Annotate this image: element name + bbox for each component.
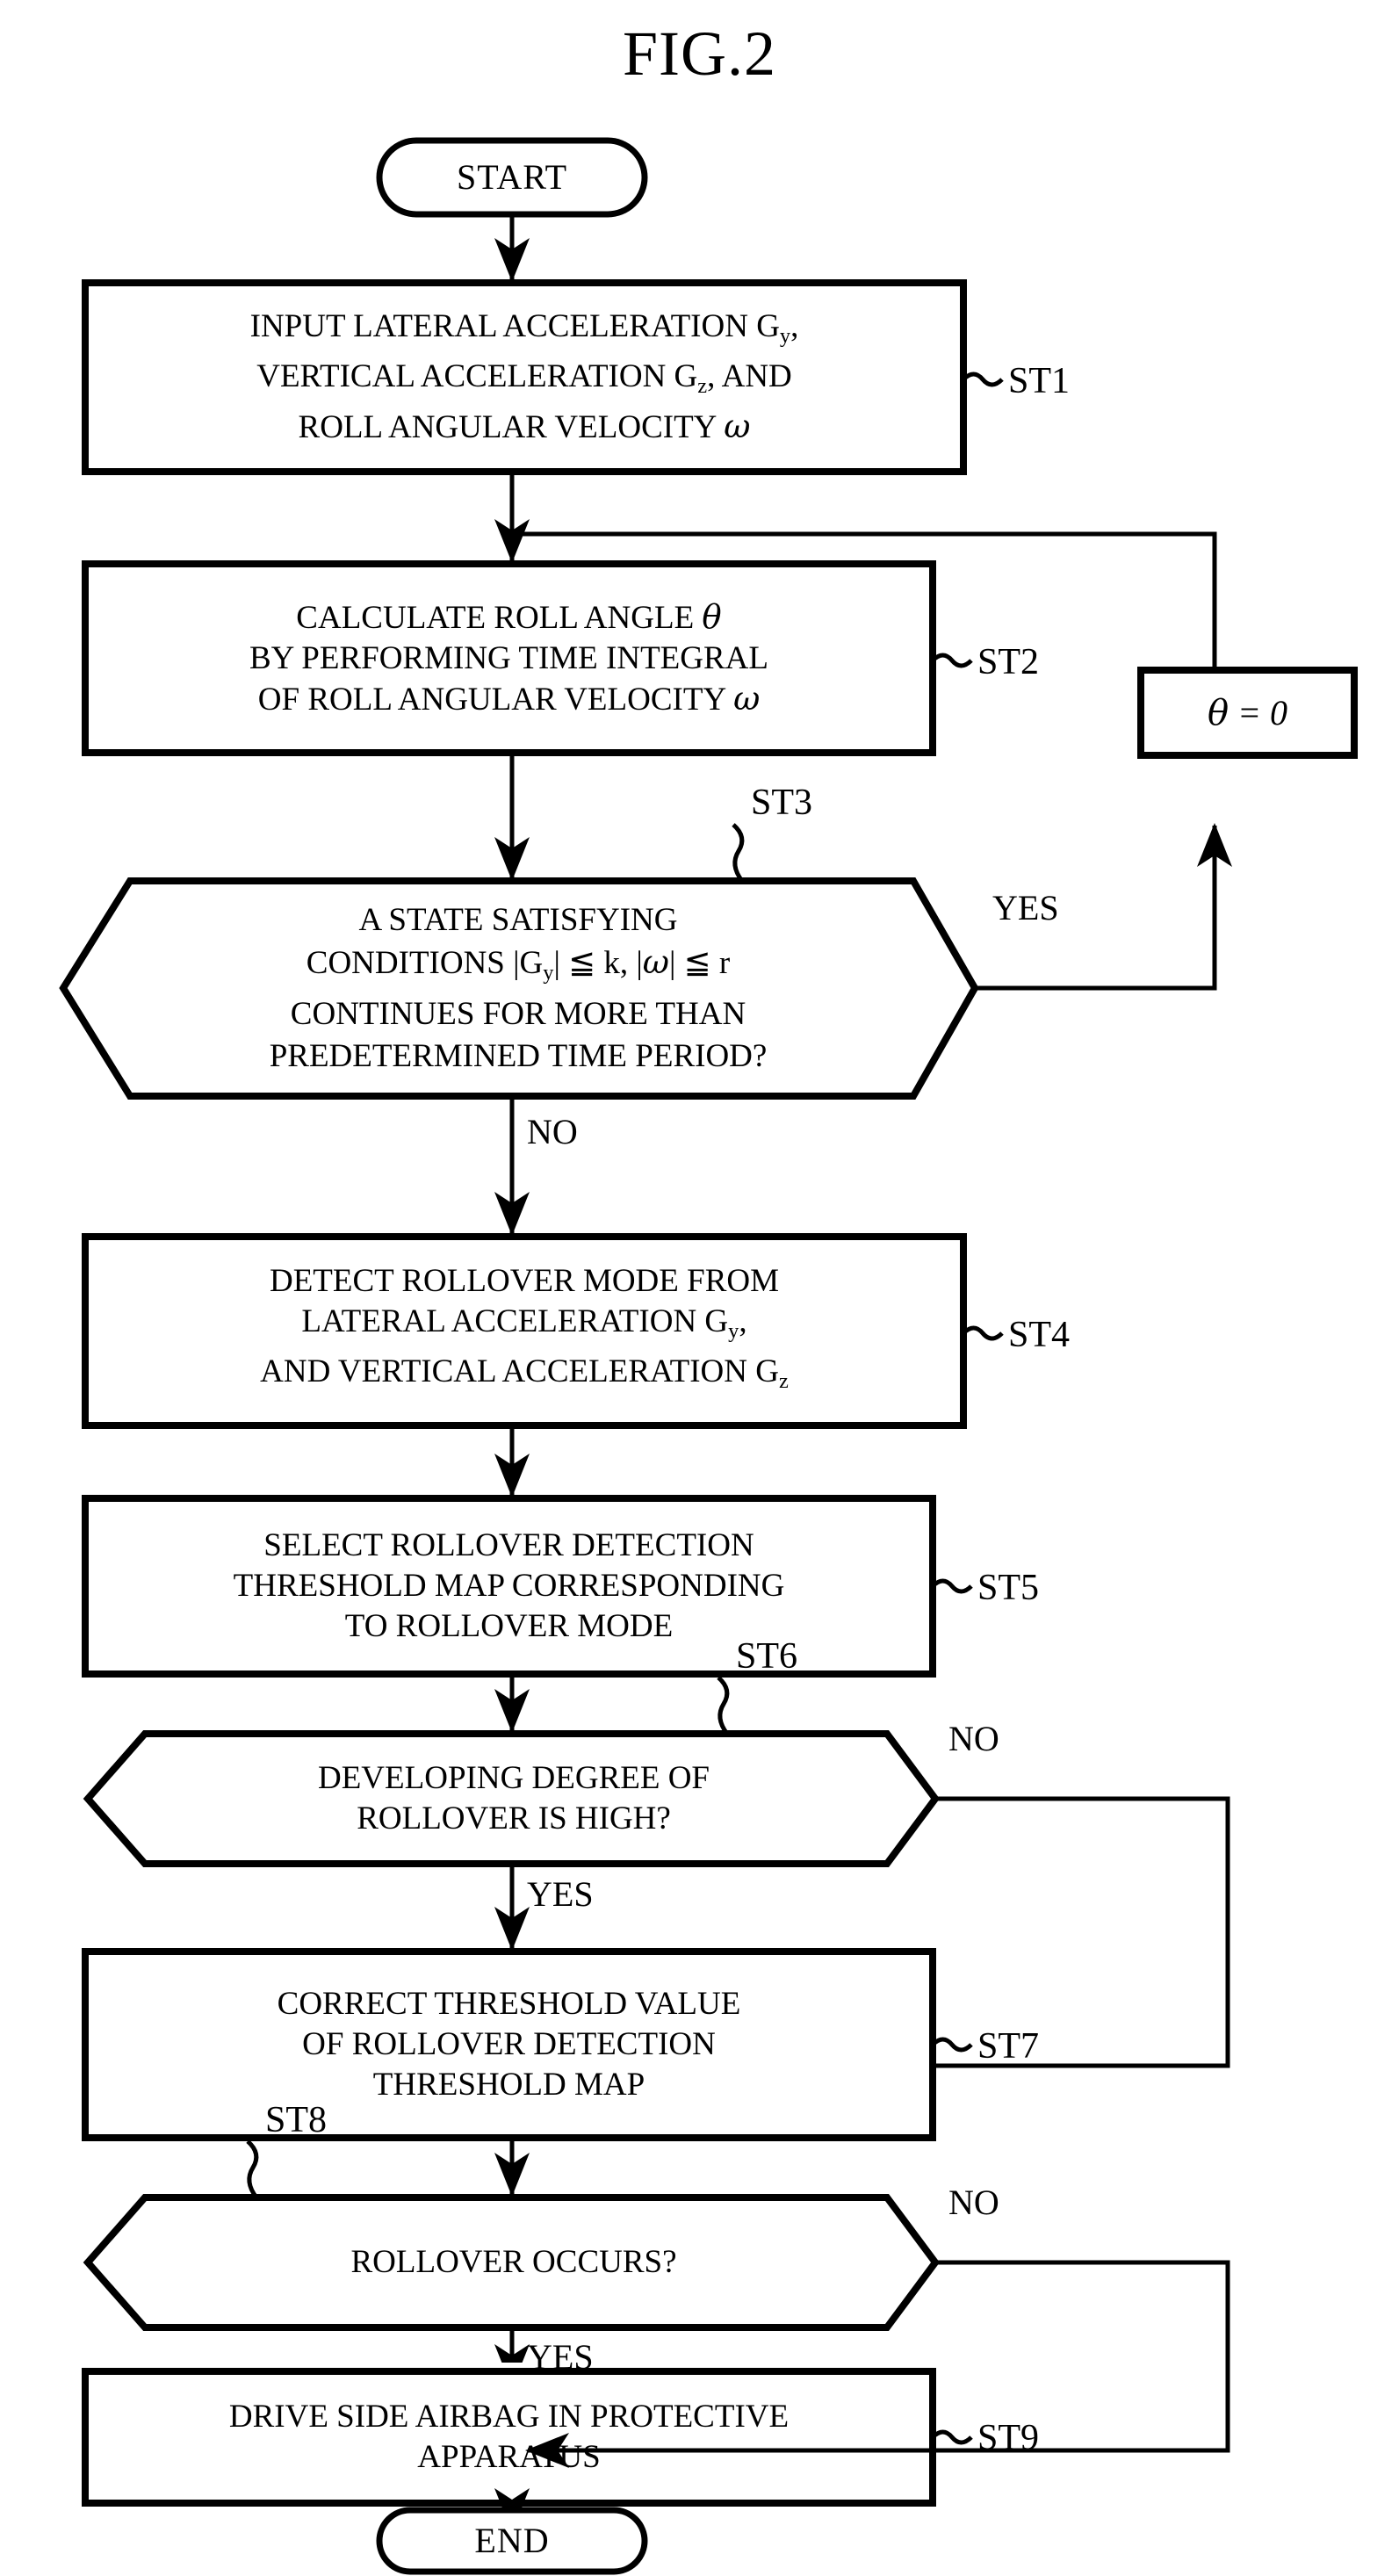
st1-step-label: ST1	[1008, 361, 1071, 401]
st8-step-label: ST8	[265, 2100, 328, 2140]
reset-box-text: θ = 0	[1207, 693, 1288, 733]
figure-page: FIG.2 START INPUT LATERAL ACCELERATION G…	[0, 0, 1399, 2576]
st1-text: INPUT LATERAL ACCELERATION Gy, VERTICAL …	[249, 308, 799, 445]
st3-no-label: NO	[527, 1112, 578, 1151]
st3-text: A STATE SATISFYING CONDITIONS |Gy| ≦ k, …	[269, 901, 768, 1075]
st3-yes-label: YES	[992, 888, 1059, 927]
st4-text: DETECT ROLLOVER MODE FROM LATERAL ACCELE…	[260, 1262, 789, 1393]
st6-step-label: ST6	[736, 1636, 798, 1677]
st6-yes-label: YES	[527, 1874, 594, 1914]
st8-text: ROLLOVER OCCURS?	[350, 2244, 677, 2280]
st6-text: DEVELOPING DEGREE OF ROLLOVER IS HIGH?	[317, 1760, 710, 1836]
st7-step-label: ST7	[977, 2026, 1040, 2067]
st8-no-label: NO	[948, 2183, 999, 2222]
st4-step-label: ST4	[1008, 1315, 1071, 1355]
st9-text: DRIVE SIDE AIRBAG IN PROTECTIVE APPARATU…	[228, 2399, 790, 2475]
st9-step-label: ST9	[977, 2418, 1040, 2458]
end-terminal-label: END	[474, 2521, 550, 2560]
st3-step-label: ST3	[751, 783, 813, 823]
st5-text: SELECT ROLLOVER DETECTION THRESHOLD MAP …	[233, 1527, 785, 1644]
start-terminal-label: START	[456, 157, 568, 197]
st2-text: CALCULATE ROLL ANGLE θ BY PERFORMING TIM…	[249, 597, 768, 718]
st7-text: CORRECT THRESHOLD VALUE OF ROLLOVER DETE…	[277, 1986, 741, 2103]
st6-no-label: NO	[948, 1719, 999, 1758]
st5-step-label: ST5	[977, 1568, 1040, 1608]
st2-step-label: ST2	[977, 642, 1040, 682]
